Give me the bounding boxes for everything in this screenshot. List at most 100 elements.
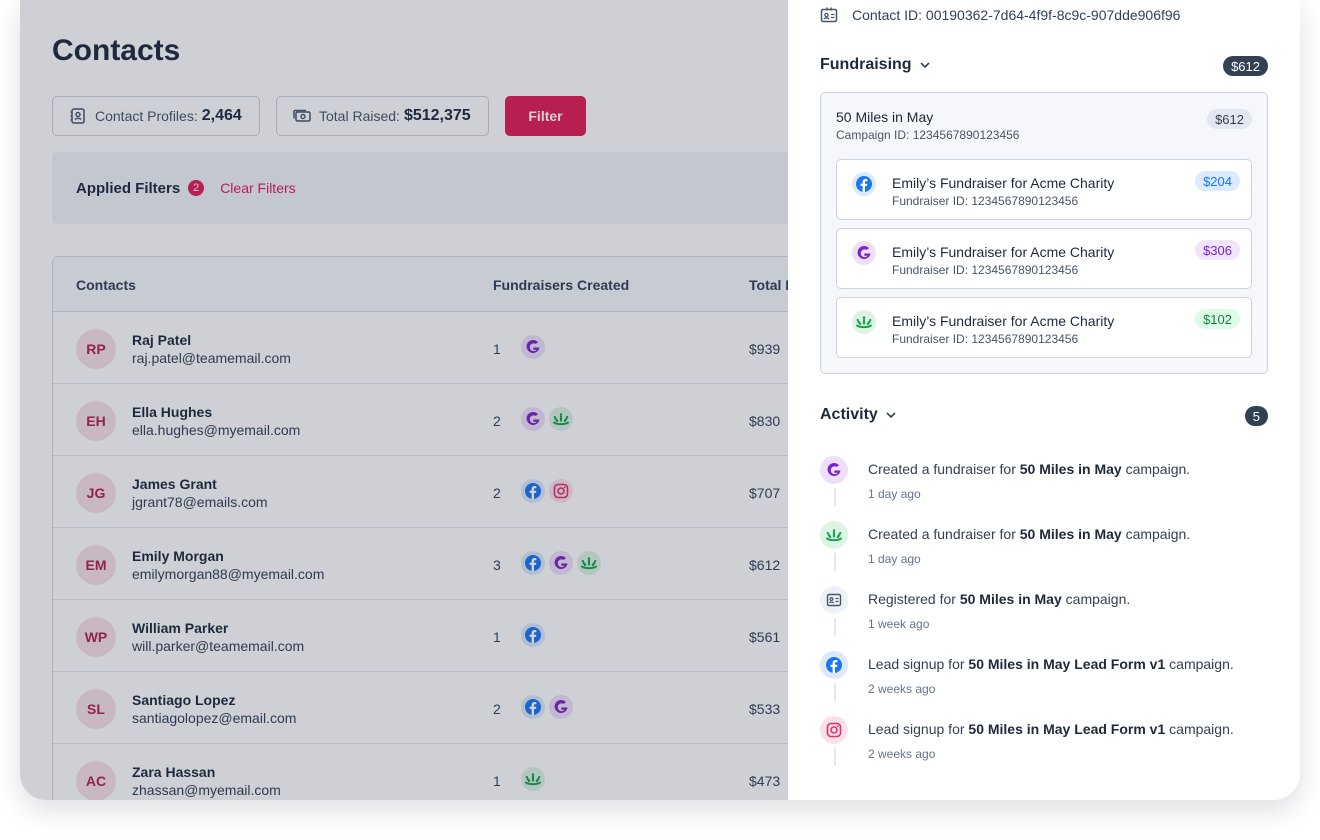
activity-text: Lead signup for 50 Miles in May Lead For… (868, 656, 1234, 672)
platform-icons (521, 479, 573, 503)
platform-icons (521, 407, 573, 431)
contact-email: ella.hughes@myemail.com (132, 422, 301, 438)
column-header-fundraisers-created[interactable]: Fundraisers Created (493, 277, 629, 293)
contact-name[interactable]: Raj Patel (132, 332, 191, 348)
fundraiser-id: Fundraiser ID: 1234567890123456 (892, 332, 1079, 346)
activity-text-suffix: campaign. (1165, 721, 1234, 737)
timeline-connector (834, 618, 836, 636)
fundraiser-card[interactable]: Emily’s Fundraiser for Acme Charity Fundr… (836, 228, 1252, 289)
fundraising-total-badge: $612 (1223, 56, 1268, 76)
timeline-connector (834, 553, 836, 571)
activity-text-prefix: Lead signup for (868, 656, 969, 672)
campaign-id: Campaign ID: 1234567890123456 (836, 128, 1020, 142)
activity-item: Created a fundraiser for 50 Miles in May… (820, 452, 1268, 517)
contact-id-text: Contact ID: 00190362-7d64-4f9f-8c9c-907d… (852, 7, 1181, 23)
avatar: WP (76, 617, 116, 657)
contact-card-icon (69, 107, 87, 125)
contact-profiles-label: Contact Profiles: (95, 108, 198, 124)
facebook-icon (820, 651, 848, 679)
facebook-icon (521, 623, 545, 647)
total-raised-cell: $473 (749, 773, 781, 789)
facebook-icon (852, 172, 876, 196)
activity-section-toggle[interactable]: Activity (820, 406, 898, 424)
gofundme-icon (549, 695, 573, 719)
avatar: AC (76, 761, 116, 800)
total-raised-cell: $561 (749, 629, 781, 645)
activity-campaign-name[interactable]: 50 Miles in May Lead Form v1 (968, 656, 1165, 672)
fundraiser-name: Emily’s Fundraiser for Acme Charity (892, 175, 1115, 191)
activity-count-badge: 5 (1244, 406, 1268, 426)
contact-email: raj.patel@teamemail.com (132, 350, 291, 366)
greenleaf-icon (820, 521, 848, 549)
fundraiser-card[interactable]: Emily’s Fundraiser for Acme Charity Fundr… (836, 297, 1252, 358)
gofundme-icon (521, 335, 545, 359)
fundraisers-count: 1 (493, 629, 501, 645)
contact-name[interactable]: Santiago Lopez (132, 692, 235, 708)
instagram-icon (820, 716, 848, 744)
total-raised-stat: Total Raised: $512,375 (276, 96, 489, 136)
fundraisers-count: 1 (493, 341, 501, 357)
platform-icons (521, 551, 601, 575)
platform-icons (521, 695, 573, 719)
contact-name[interactable]: Zara Hassan (132, 764, 215, 780)
activity-campaign-name[interactable]: 50 Miles in May (1020, 526, 1122, 542)
fundraiser-card[interactable]: Emily’s Fundraiser for Acme Charity Fundr… (836, 159, 1252, 220)
fundraising-section-title: Fundraising (820, 56, 912, 73)
greenleaf-icon (852, 310, 876, 334)
applied-filters-count-badge: 2 (188, 180, 205, 196)
contact-email: will.parker@teamemail.com (132, 638, 305, 654)
column-header-contacts[interactable]: Contacts (76, 277, 136, 293)
fundraising-section-toggle[interactable]: Fundraising (820, 56, 932, 74)
facebook-icon (521, 551, 545, 575)
contact-name[interactable]: James Grant (132, 476, 217, 492)
contact-email: santiagolopez@email.com (132, 710, 297, 726)
app-window: Contacts Contact Profiles: 2,464 Total R… (20, 0, 1300, 800)
contact-id-row: Contact ID: 00190362-7d64-4f9f-8c9c-907d… (820, 6, 1180, 24)
total-raised-cell: $939 (749, 341, 781, 357)
contact-email: emilymorgan88@myemail.com (132, 566, 325, 582)
activity-campaign-name[interactable]: 50 Miles in May (960, 591, 1062, 607)
timeline-connector (834, 683, 836, 701)
facebook-icon (521, 695, 545, 719)
fundraisers-count: 2 (493, 485, 501, 501)
platform-icons (521, 335, 545, 359)
filter-button[interactable]: Filter (505, 96, 586, 136)
activity-item: Lead signup for 50 Miles in May Lead For… (820, 647, 1268, 712)
activity-text: Created a fundraiser for 50 Miles in May… (868, 461, 1190, 477)
activity-text: Registered for 50 Miles in May campaign. (868, 591, 1130, 607)
gofundme-icon (852, 241, 876, 265)
activity-text-prefix: Lead signup for (868, 721, 969, 737)
activity-campaign-name[interactable]: 50 Miles in May (1020, 461, 1122, 477)
chevron-down-icon (884, 408, 898, 422)
greenleaf-icon (521, 767, 545, 791)
instagram-icon (549, 479, 573, 503)
activity-text-suffix: campaign. (1165, 656, 1234, 672)
fundraisers-count: 3 (493, 557, 501, 573)
fundraisers-count: 1 (493, 773, 501, 789)
activity-text: Created a fundraiser for 50 Miles in May… (868, 526, 1190, 542)
campaign-card[interactable]: 50 Miles in May Campaign ID: 12345678901… (820, 92, 1268, 374)
activity-text-prefix: Created a fundraiser for (868, 526, 1020, 542)
clear-filters-link[interactable]: Clear Filters (220, 180, 295, 196)
avatar: SL (76, 689, 116, 729)
contact-profiles-stat: Contact Profiles: 2,464 (52, 96, 260, 136)
activity-text: Lead signup for 50 Miles in May Lead For… (868, 721, 1234, 737)
total-raised-value: $512,375 (403, 107, 471, 124)
registration-form-icon (820, 586, 848, 614)
avatar: JG (76, 473, 116, 513)
contact-name[interactable]: Ella Hughes (132, 404, 212, 420)
fundraisers-count: 2 (493, 701, 501, 717)
fundraiser-amount-badge: $204 (1195, 171, 1240, 191)
facebook-icon (521, 479, 545, 503)
greenleaf-icon (549, 407, 573, 431)
total-raised-cell: $612 (749, 557, 781, 573)
activity-campaign-name[interactable]: 50 Miles in May Lead Form v1 (968, 721, 1165, 737)
contact-name[interactable]: William Parker (132, 620, 228, 636)
activity-timestamp: 1 week ago (868, 617, 930, 631)
activity-section-title: Activity (820, 406, 878, 423)
activity-text-suffix: campaign. (1121, 461, 1191, 477)
contact-name[interactable]: Emily Morgan (132, 548, 224, 564)
fundraiser-amount-badge: $306 (1195, 240, 1240, 260)
total-raised-cell: $707 (749, 485, 781, 501)
money-icon (293, 107, 311, 125)
